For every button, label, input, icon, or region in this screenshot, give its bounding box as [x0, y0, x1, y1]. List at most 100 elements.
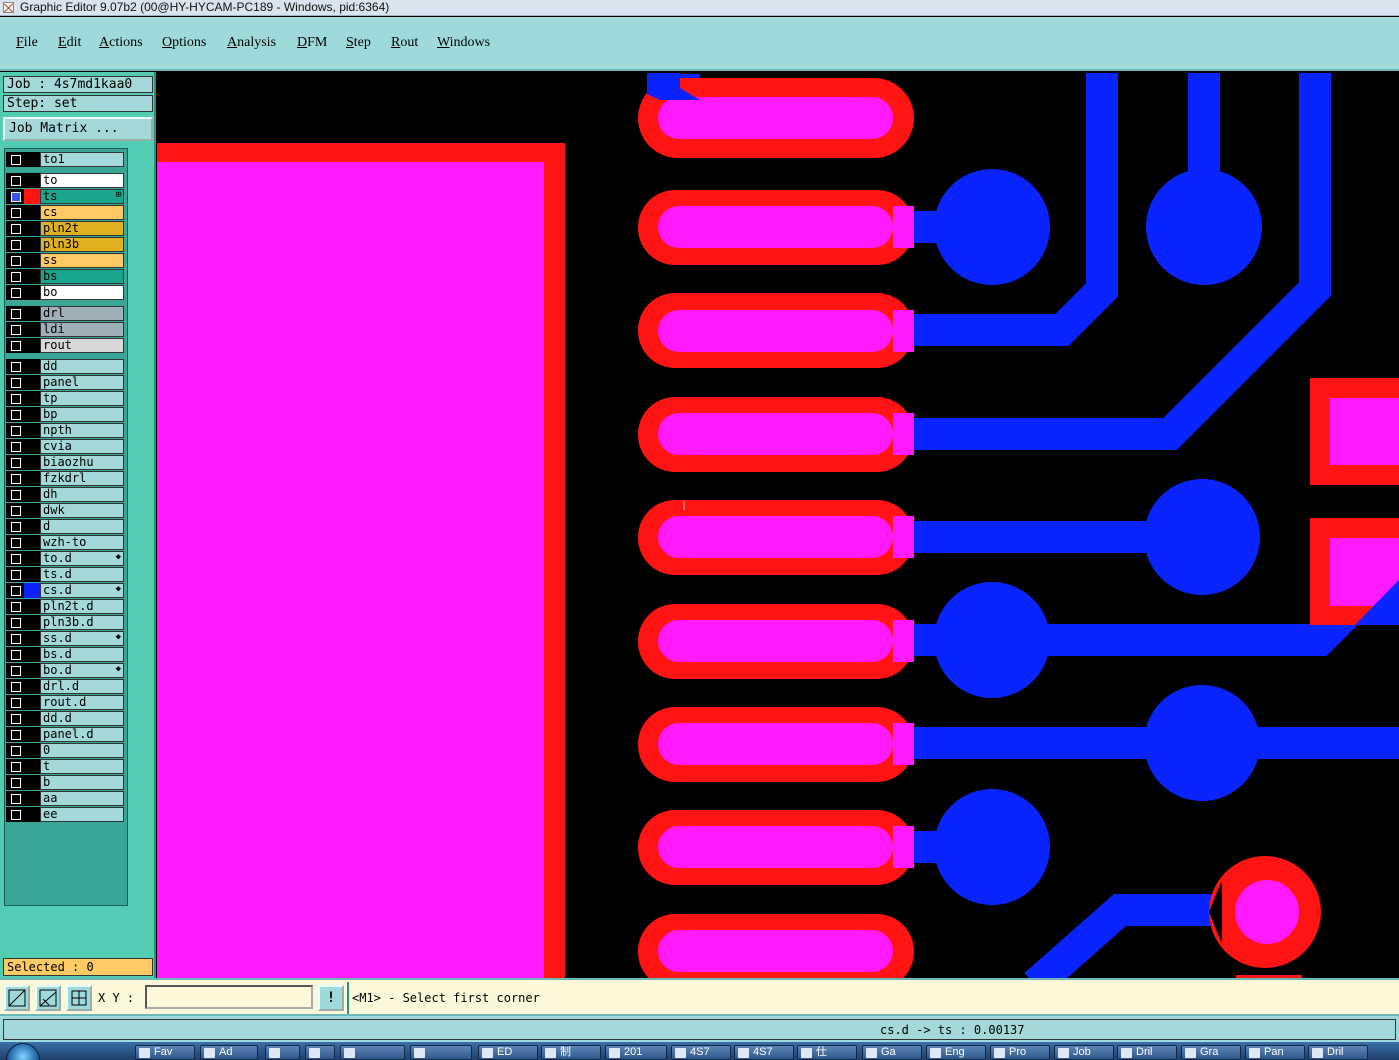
layer-checkbox[interactable] — [6, 189, 24, 204]
menu-windows[interactable]: Windows — [437, 35, 490, 51]
taskbar-item[interactable]: Pro — [990, 1045, 1050, 1060]
layer-row[interactable]: bp — [6, 407, 124, 422]
layer-color-swatch[interactable] — [24, 567, 40, 582]
layer-checkbox[interactable] — [6, 615, 24, 630]
menu-options[interactable]: Options — [162, 35, 206, 51]
layer-color-swatch[interactable] — [24, 599, 40, 614]
taskbar-item[interactable]: 4S7 — [734, 1045, 794, 1060]
layer-row[interactable]: fzkdrl — [6, 471, 124, 486]
layer-color-swatch[interactable] — [24, 647, 40, 662]
layer-color-swatch[interactable] — [24, 322, 40, 337]
layer-checkbox[interactable] — [6, 253, 24, 268]
layer-color-swatch[interactable] — [24, 791, 40, 806]
layer-row[interactable]: dwk — [6, 503, 124, 518]
layer-name[interactable]: panel — [40, 375, 124, 390]
layer-checkbox[interactable] — [6, 391, 24, 406]
layer-row[interactable]: t — [6, 759, 124, 774]
layer-color-swatch[interactable] — [24, 487, 40, 502]
layer-name[interactable]: tp — [40, 391, 124, 406]
layer-color-swatch[interactable] — [24, 285, 40, 300]
layer-row[interactable]: cs — [6, 205, 124, 220]
taskbar-item[interactable] — [410, 1045, 472, 1060]
layer-row[interactable]: bo.d ◆ — [6, 663, 124, 678]
layer-color-swatch[interactable] — [24, 338, 40, 353]
layer-checkbox[interactable] — [6, 711, 24, 726]
layer-color-swatch[interactable] — [24, 306, 40, 321]
taskbar-item[interactable]: Ga — [862, 1045, 922, 1060]
layer-row[interactable]: ts ⊞ — [6, 189, 124, 204]
layer-color-swatch[interactable] — [24, 807, 40, 822]
layer-color-swatch[interactable] — [24, 173, 40, 188]
layer-name[interactable]: drl.d — [40, 679, 124, 694]
layer-color-swatch[interactable] — [24, 503, 40, 518]
layer-checkbox[interactable] — [6, 599, 24, 614]
layer-name[interactable]: dh — [40, 487, 124, 502]
layer-name[interactable]: drl — [40, 306, 124, 321]
layer-checkbox[interactable] — [6, 322, 24, 337]
layer-color-swatch[interactable] — [24, 471, 40, 486]
layer-checkbox[interactable] — [6, 423, 24, 438]
layer-name[interactable]: cs — [40, 205, 124, 220]
layer-name[interactable]: pln2t — [40, 221, 124, 236]
menu-step[interactable]: Step — [346, 35, 371, 51]
taskbar-item[interactable]: Fav — [135, 1045, 195, 1060]
layer-color-swatch[interactable] — [24, 631, 40, 646]
layer-checkbox[interactable] — [6, 695, 24, 710]
layer-row[interactable]: to1 — [6, 152, 124, 167]
layer-row[interactable]: 0 — [6, 743, 124, 758]
layer-name[interactable]: to — [40, 173, 124, 188]
layer-row[interactable]: pln2t.d — [6, 599, 124, 614]
layer-name[interactable]: bo — [40, 285, 124, 300]
layer-color-swatch[interactable] — [24, 269, 40, 284]
layer-checkbox[interactable] — [6, 663, 24, 678]
snap-icon[interactable] — [4, 985, 30, 1011]
layer-row[interactable]: ss.d ◆ — [6, 631, 124, 646]
layer-row[interactable]: wzh-to — [6, 535, 124, 550]
layer-name[interactable]: biaozhu — [40, 455, 124, 470]
layer-row[interactable]: ee — [6, 807, 124, 822]
layer-row[interactable]: panel — [6, 375, 124, 390]
layer-row[interactable]: ss — [6, 253, 124, 268]
layer-row[interactable]: bo — [6, 285, 124, 300]
execute-button[interactable]: ! — [318, 985, 344, 1011]
layer-checkbox[interactable] — [6, 567, 24, 582]
layer-name[interactable]: ts — [40, 189, 124, 204]
layer-row[interactable]: dd — [6, 359, 124, 374]
layer-color-swatch[interactable] — [24, 615, 40, 630]
layer-name[interactable]: rout — [40, 338, 124, 353]
layer-row[interactable]: dd.d — [6, 711, 124, 726]
layer-name[interactable]: bs.d — [40, 647, 124, 662]
layer-name[interactable]: t — [40, 759, 124, 774]
layer-row[interactable]: to.d ◆ — [6, 551, 124, 566]
layer-name[interactable]: cvia — [40, 439, 124, 454]
taskbar-item[interactable] — [340, 1045, 405, 1060]
layer-name[interactable]: ss.d — [40, 631, 124, 646]
layer-color-swatch[interactable] — [24, 455, 40, 470]
layer-name[interactable]: pln2t.d — [40, 599, 124, 614]
layer-color-swatch[interactable] — [24, 221, 40, 236]
layer-checkbox[interactable] — [6, 647, 24, 662]
grid-icon[interactable] — [66, 985, 92, 1011]
layer-row[interactable]: dh — [6, 487, 124, 502]
xy-input[interactable] — [145, 985, 313, 1009]
layer-checkbox[interactable] — [6, 487, 24, 502]
layer-color-swatch[interactable] — [24, 663, 40, 678]
taskbar-item[interactable]: Dril — [1117, 1045, 1177, 1060]
layer-row[interactable]: panel.d — [6, 727, 124, 742]
layer-row[interactable]: bs.d — [6, 647, 124, 662]
layer-row[interactable]: pln3b — [6, 237, 124, 252]
layer-color-swatch[interactable] — [24, 695, 40, 710]
layer-checkbox[interactable] — [6, 221, 24, 236]
layer-color-swatch[interactable] — [24, 535, 40, 550]
layer-checkbox[interactable] — [6, 285, 24, 300]
layer-row[interactable]: rout — [6, 338, 124, 353]
layer-checkbox[interactable] — [6, 338, 24, 353]
layer-name[interactable]: cs.d — [40, 583, 124, 598]
layer-name[interactable]: ts.d — [40, 567, 124, 582]
measure-icon[interactable] — [35, 985, 61, 1011]
layer-color-swatch[interactable] — [24, 152, 40, 167]
taskbar-item[interactable] — [265, 1045, 300, 1060]
layer-name[interactable]: bo.d — [40, 663, 124, 678]
layer-row[interactable]: pln3b.d — [6, 615, 124, 630]
layer-checkbox[interactable] — [6, 535, 24, 550]
